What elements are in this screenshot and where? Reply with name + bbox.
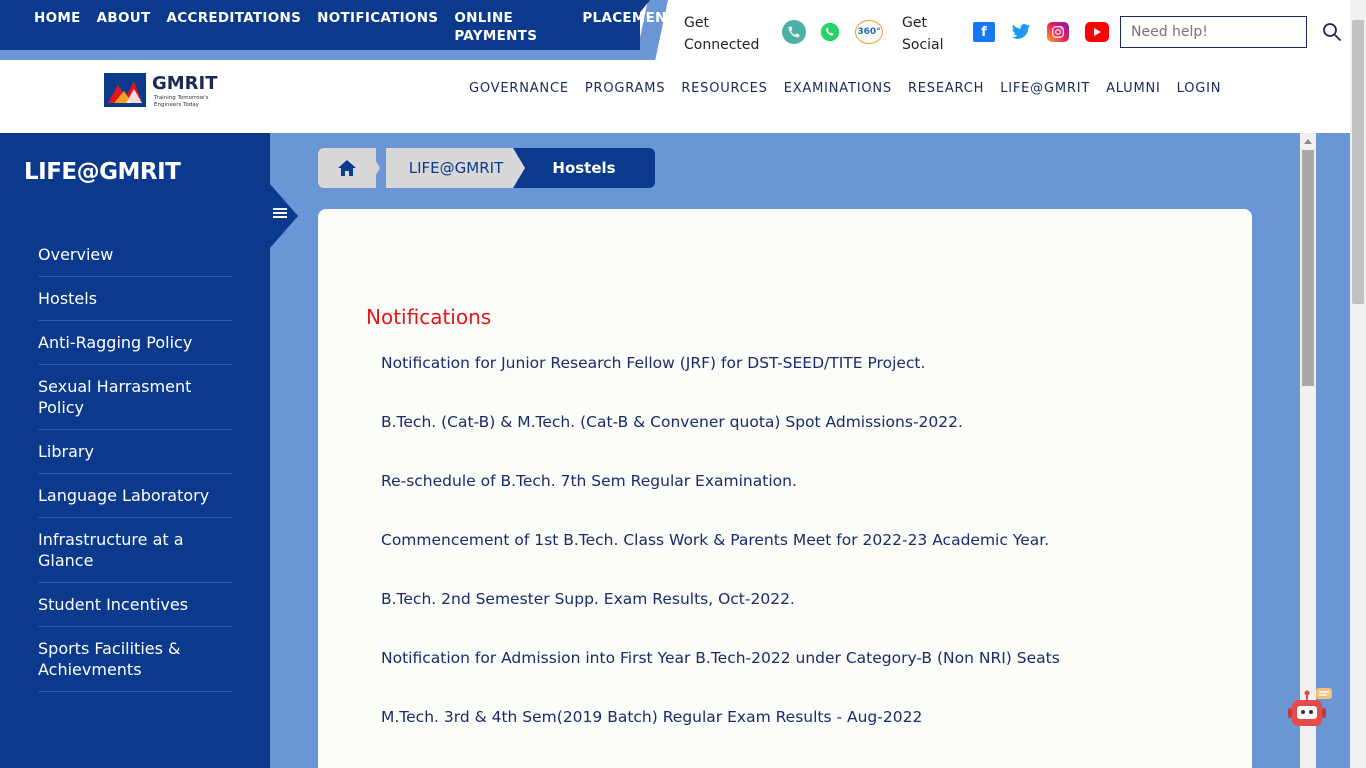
sidebar-item-student-incentives[interactable]: Student Incentives	[38, 583, 232, 627]
notification-link[interactable]: B.Tech. 2nd Semester Supp. Exam Results,…	[381, 588, 1060, 647]
scroll-up-arrow-icon[interactable]	[1304, 139, 1312, 144]
whatsapp-icon[interactable]	[818, 20, 842, 44]
sidebar-item-library[interactable]: Library	[38, 430, 232, 474]
sidebar-item-hostels[interactable]: Hostels	[38, 277, 232, 321]
get-social-line2: Social	[902, 37, 944, 53]
main-nav-governance[interactable]: GOVERNANCE	[469, 81, 569, 96]
sidebar-item-anti-ragging[interactable]: Anti-Ragging Policy	[38, 321, 232, 365]
search-icon[interactable]	[1322, 22, 1342, 42]
logo-tagline-1: Training Tomorrow's	[153, 95, 209, 101]
top-bar-underline	[0, 50, 650, 60]
main-nav-life-gmrit[interactable]: LIFE@GMRIT	[1000, 81, 1090, 96]
breadcrumb-home-arrow	[368, 148, 380, 188]
help-search-input[interactable]	[1120, 16, 1307, 48]
main-nav-alumni[interactable]: ALUMNI	[1106, 81, 1161, 96]
breadcrumb-current: Hostels	[513, 148, 655, 188]
logo-tagline-2: Engineers Today	[154, 102, 200, 108]
notification-link[interactable]: Notification for Junior Research Fellow …	[381, 352, 1060, 411]
twitter-icon[interactable]	[1010, 22, 1032, 42]
sidebar: LIFE@GMRIT Overview Hostels Anti-Ragging…	[0, 133, 270, 768]
notifications-card: Notifications Notification for Junior Re…	[318, 209, 1252, 768]
notifications-title: Notifications	[366, 305, 492, 329]
sidebar-title: LIFE@GMRIT	[24, 159, 181, 185]
360-view-icon[interactable]: 360°	[855, 20, 883, 44]
top-nav-notifications[interactable]: NOTIFICATIONS	[317, 9, 438, 45]
sidebar-item-sports[interactable]: Sports Facilities & Achievments	[38, 627, 232, 692]
get-connected-label: Get Connected	[684, 12, 759, 56]
facebook-icon[interactable]: f	[973, 22, 995, 42]
sidebar-menu: Overview Hostels Anti-Ragging Policy Sex…	[38, 233, 232, 692]
main-nav-resources[interactable]: RESOURCES	[681, 81, 767, 96]
notifications-list: Notification for Junior Research Fellow …	[381, 352, 1060, 765]
notification-link[interactable]: M.Tech. 3rd & 4th Sem(2019 Batch) Regula…	[381, 706, 1060, 765]
main-nav-research[interactable]: RESEARCH	[908, 81, 984, 96]
get-social-line1: Get	[902, 15, 927, 31]
youtube-icon[interactable]	[1085, 22, 1109, 42]
chatbot-icon[interactable]	[1288, 688, 1334, 730]
get-connected-line1: Get	[684, 15, 709, 31]
get-connected-line2: Connected	[684, 37, 760, 53]
notifications-scrollbar-thumb[interactable]	[1302, 150, 1314, 386]
logo-name: GMRIT	[152, 73, 218, 94]
hamburger-icon[interactable]	[273, 206, 287, 224]
main-nav: GOVERNANCE PROGRAMS RESOURCES EXAMINATIO…	[469, 81, 1221, 96]
top-nav-about[interactable]: ABOUT	[97, 9, 151, 45]
breadcrumb-section[interactable]: LIFE@GMRIT	[386, 148, 526, 188]
sidebar-item-sexual-harrasment[interactable]: Sexual Harrasment Policy	[38, 365, 232, 430]
top-nav: HOME ABOUT ACCREDITATIONS NOTIFICATIONS …	[34, 9, 686, 45]
top-nav-home[interactable]: HOME	[34, 9, 81, 45]
top-nav-placements[interactable]: PLACEMENTS	[582, 9, 686, 45]
breadcrumb-current-notch	[513, 148, 525, 188]
notification-link[interactable]: Notification for Admission into First Ye…	[381, 647, 1060, 706]
sidebar-item-language-lab[interactable]: Language Laboratory	[38, 474, 232, 518]
top-bar: HOME ABOUT ACCREDITATIONS NOTIFICATIONS …	[0, 0, 686, 60]
home-icon	[338, 160, 356, 176]
gmrit-logo[interactable]: GMRIT Training Tomorrow's Engineers Toda…	[104, 71, 224, 109]
page-scrollbar-thumb[interactable]	[1352, 20, 1364, 304]
sidebar-item-infrastructure[interactable]: Infrastructure at a Glance	[38, 518, 232, 583]
main-nav-examinations[interactable]: EXAMINATIONS	[784, 81, 892, 96]
main-nav-login[interactable]: LOGIN	[1177, 81, 1222, 96]
instagram-icon[interactable]	[1047, 22, 1069, 42]
notification-link[interactable]: B.Tech. (Cat-B) & M.Tech. (Cat-B & Conve…	[381, 411, 1060, 470]
phone-icon[interactable]	[782, 20, 806, 44]
sidebar-item-overview[interactable]: Overview	[38, 233, 232, 277]
notification-link[interactable]: Re-schedule of B.Tech. 7th Sem Regular E…	[381, 470, 1060, 529]
notification-link[interactable]: Commencement of 1st B.Tech. Class Work &…	[381, 529, 1060, 588]
main-nav-programs[interactable]: PROGRAMS	[585, 81, 665, 96]
top-nav-online-payments[interactable]: ONLINE PAYMENTS	[454, 9, 566, 45]
get-social-label: Get Social	[902, 12, 944, 56]
top-nav-accreditations[interactable]: ACCREDITATIONS	[167, 9, 302, 45]
